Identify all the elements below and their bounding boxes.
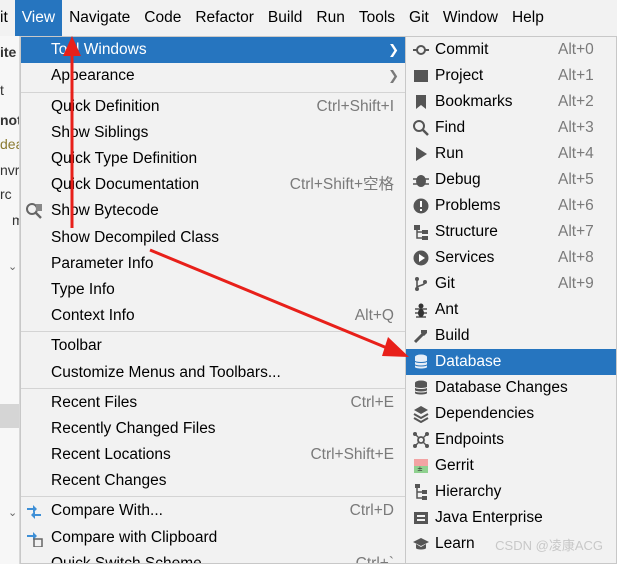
tool-window-item-endpoints[interactable]: Endpoints [406,427,616,453]
bg-text-fragment: m [12,212,19,228]
menu-build[interactable]: Build [261,0,309,36]
view-menu-item-recent-changes[interactable]: Recent Changes [21,468,405,494]
menu-tools[interactable]: Tools [352,0,402,36]
services-icon [412,249,430,267]
structure-icon [412,223,430,241]
view-menu-item-quick-definition[interactable]: Quick Definition Ctrl+Shift+I [21,94,405,120]
commit-icon [412,41,430,59]
bg-text-fragment: not [0,112,20,128]
bg-text-fragment: t [0,82,4,98]
chevron-down-icon: ⌄ [8,261,18,273]
tool-window-item-bookmarks[interactable]: Bookmarks Alt+2 [406,89,616,115]
view-menu-item-quick-type-definition[interactable]: Quick Type Definition [21,146,405,172]
tool-window-item-project[interactable]: Project Alt+1 [406,63,616,89]
bg-text-fragment: ite [0,44,17,60]
menu-window[interactable]: Window [436,0,505,36]
dependencies-icon [412,405,430,424]
debug-icon [412,171,430,189]
menu-separator [21,496,405,497]
view-menu-item-type-info[interactable]: Type Info [21,277,405,303]
menu-code[interactable]: Code [137,0,188,36]
tool-window-item-commit[interactable]: Commit Alt+0 [406,37,616,63]
menu-view[interactable]: View [14,0,63,36]
view-menu-item-toolbar[interactable]: Toolbar [21,333,405,359]
view-menu-item-context-info[interactable]: Context Info Alt+Q [21,303,405,329]
bg-selection-bar [0,404,19,428]
learn-icon [412,535,430,553]
compare-clipboard-icon [25,529,43,548]
run-icon [412,145,430,163]
submenu-arrow-icon: ❯ [388,42,399,57]
tool-window-item-services[interactable]: Services Alt+8 [406,245,616,271]
tool-window-item-run[interactable]: Run Alt+4 [406,141,616,167]
problems-icon [412,197,430,215]
view-menu-item-recently-changed-files[interactable]: Recently Changed Files [21,416,405,442]
menu-run[interactable]: Run [309,0,351,36]
view-menu-item-show-bytecode[interactable]: Show Bytecode [21,198,405,224]
tool-window-item-dependencies[interactable]: Dependencies [406,401,616,427]
view-menu-popup: Tool Windows ❯ Appearance ❯ Quick Defini… [20,36,406,564]
view-menu-item-tool-windows[interactable]: Tool Windows ❯ [21,37,405,63]
view-menu-item-compare-with-clipboard[interactable]: Compare with Clipboard [21,525,405,551]
menu-partial-edit[interactable]: it [0,0,15,36]
menu-separator [21,92,405,93]
view-menu-item-appearance[interactable]: Appearance ❯ [21,63,405,89]
svg-text:±: ± [417,465,423,473]
view-menu-item-show-siblings[interactable]: Show Siblings [21,120,405,146]
tool-window-item-hierarchy[interactable]: Hierarchy [406,479,616,505]
bookmarks-icon [412,93,430,111]
ant-icon [412,301,430,319]
tool-window-item-structure[interactable]: Structure Alt+7 [406,219,616,245]
view-menu-item-compare-with[interactable]: Compare With... Ctrl+D [21,498,405,524]
tool-window-item-ant[interactable]: Ant [406,297,616,323]
tool-window-item-debug[interactable]: Debug Alt+5 [406,167,616,193]
bg-text-fragment: dea [0,136,19,152]
hierarchy-icon [412,483,430,501]
view-menu-item-recent-files[interactable]: Recent Files Ctrl+E [21,390,405,416]
view-menu-item-quick-switch-scheme[interactable]: Quick Switch Scheme... Ctrl+` [21,551,405,563]
endpoints-icon [412,431,430,449]
gerrit-icon: ± [412,457,430,475]
view-menu-item-show-decompiled-class[interactable]: Show Decompiled Class [21,225,405,251]
tool-windows-submenu: Commit Alt+0 Project Alt+1 Bookmarks Alt… [405,36,617,564]
find-icon [412,119,430,137]
menu-git[interactable]: Git [402,0,436,36]
tool-window-item-database[interactable]: Database [406,349,616,375]
submenu-arrow-icon: ❯ [388,68,399,83]
menu-refactor[interactable]: Refactor [188,0,261,36]
project-icon [412,67,430,85]
menu-separator [21,388,405,389]
watermark: CSDN @凌康ACG [495,538,603,553]
java-enterprise-icon [412,509,430,527]
menu-navigate[interactable]: Navigate [62,0,137,36]
tool-window-item-database-changes[interactable]: Database Changes [406,375,616,401]
tool-window-item-build[interactable]: Build [406,323,616,349]
git-icon [412,275,430,293]
tool-window-item-git[interactable]: Git Alt+9 [406,271,616,297]
menu-help[interactable]: Help [505,0,551,36]
database-icon [412,353,430,371]
tool-window-item-java-enterprise[interactable]: Java Enterprise [406,505,616,531]
tool-window-item-problems[interactable]: Problems Alt+6 [406,193,616,219]
editor-background: ite t not dea nvr rc m ⌄ ⌄ [0,36,20,564]
compare-icon [25,502,43,520]
view-menu-item-recent-locations[interactable]: Recent Locations Ctrl+Shift+E [21,442,405,468]
view-menu-item-customize-menus[interactable]: Customize Menus and Toolbars... [21,360,405,386]
bg-text-fragment: rc [0,186,12,202]
menu-separator [21,331,405,332]
bg-text-fragment: nvr [0,162,20,178]
tool-window-item-gerrit[interactable]: ± Gerrit [406,453,616,479]
chevron-down-icon: ⌄ [8,507,18,519]
view-menu-item-quick-documentation[interactable]: Quick Documentation Ctrl+Shift+空格 [21,172,405,198]
tool-window-item-find[interactable]: Find Alt+3 [406,115,616,141]
bytecode-icon [25,202,43,220]
build-icon [412,327,430,345]
menubar: it View Navigate Code Refactor Build Run… [0,0,617,36]
database-changes-icon [412,379,430,397]
view-menu-item-parameter-info[interactable]: Parameter Info [21,251,405,277]
